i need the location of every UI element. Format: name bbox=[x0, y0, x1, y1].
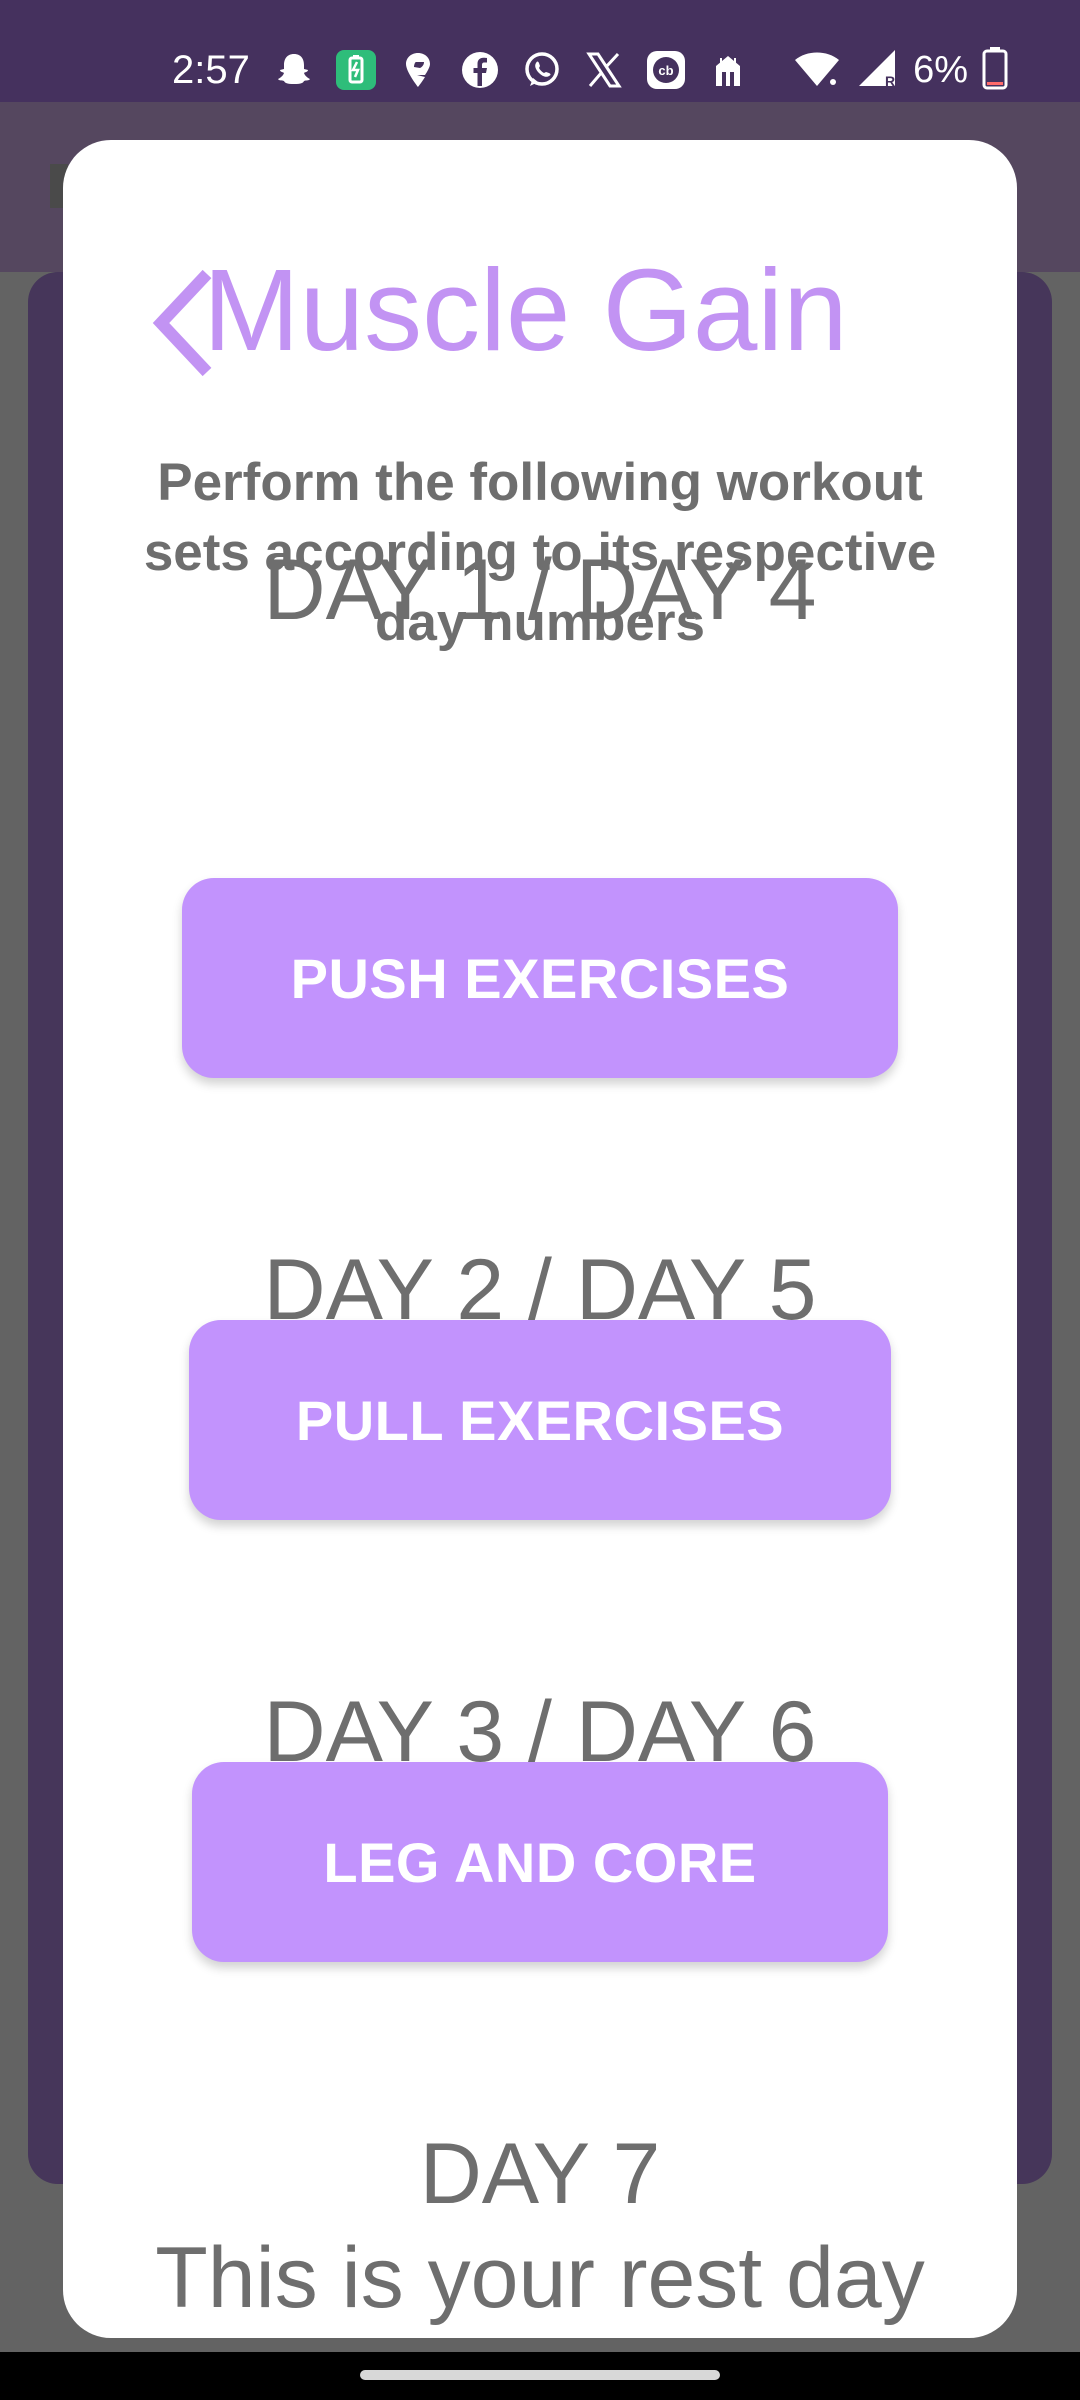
push-exercises-button[interactable]: PUSH EXERCISES bbox=[182, 878, 898, 1078]
facebook-icon bbox=[458, 48, 502, 92]
day-heading-push: DAY 1 / DAY 4 bbox=[263, 542, 817, 638]
rest-day-heading: DAY 7 bbox=[419, 2126, 661, 2222]
navigation-bar bbox=[0, 2352, 1080, 2400]
cricbuzz-icon: cb bbox=[644, 48, 688, 92]
notification-icons: cb bbox=[272, 44, 750, 96]
x-icon bbox=[582, 48, 626, 92]
svg-text:R: R bbox=[885, 73, 895, 89]
battery-icon bbox=[982, 46, 1008, 95]
swiggy-icon bbox=[396, 48, 440, 92]
signal-icon: R bbox=[855, 46, 899, 95]
workout-plan-dialog: Muscle Gain Perform the following workou… bbox=[63, 140, 1017, 2338]
system-status-icons: R 6% bbox=[793, 44, 1008, 96]
rest-day-message: This is your rest day bbox=[155, 2230, 925, 2326]
page-title: Muscle Gain bbox=[203, 245, 848, 375]
status-time: 2:57 bbox=[172, 48, 250, 92]
pull-exercises-button[interactable]: PULL EXERCISES bbox=[189, 1320, 891, 1520]
gesture-handle[interactable] bbox=[360, 2370, 720, 2380]
wifi-icon bbox=[793, 48, 841, 93]
leg-and-core-button[interactable]: LEG AND CORE bbox=[192, 1762, 888, 1962]
zomato-icon bbox=[706, 48, 750, 92]
whatsapp-icon bbox=[520, 48, 564, 92]
status-bar: 2:57 cb R 6% bbox=[0, 0, 1080, 102]
snapchat-icon bbox=[272, 48, 316, 92]
battery-saver-icon bbox=[334, 48, 378, 92]
svg-text:cb: cb bbox=[658, 63, 673, 78]
battery-percent: 6% bbox=[913, 48, 968, 91]
